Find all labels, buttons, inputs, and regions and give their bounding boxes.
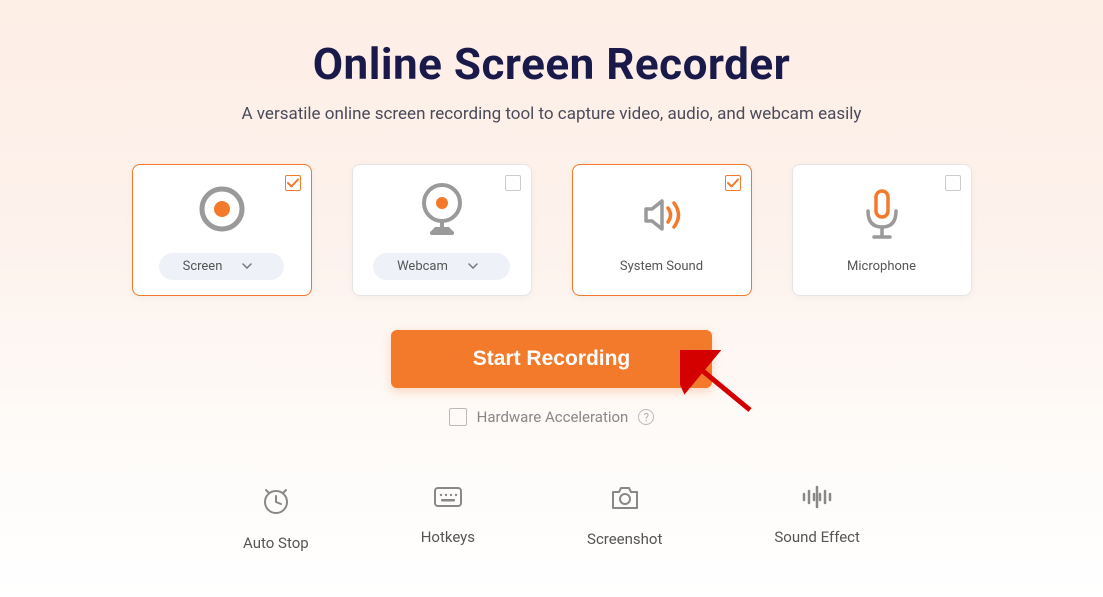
help-icon[interactable]: ? — [638, 409, 654, 425]
card-system-sound[interactable]: System Sound — [572, 164, 752, 296]
tool-auto-stop[interactable]: Auto Stop — [243, 484, 309, 552]
bottom-toolbar: Auto Stop Hotkeys — [243, 484, 860, 552]
checkbox-webcam[interactable] — [505, 175, 521, 191]
webcam-dropdown-label: Webcam — [397, 259, 448, 274]
chevron-down-icon — [242, 263, 252, 269]
start-recording-button[interactable]: Start Recording — [391, 330, 713, 388]
microphone-label: Microphone — [847, 259, 916, 274]
camera-icon — [609, 484, 641, 516]
page-subtitle: A versatile online screen recording tool… — [242, 104, 862, 124]
webcam-icon — [418, 181, 466, 237]
chevron-down-icon — [468, 263, 478, 269]
tool-auto-stop-label: Auto Stop — [243, 534, 309, 552]
screen-dropdown[interactable]: Screen — [159, 253, 285, 280]
card-webcam[interactable]: Webcam — [352, 164, 532, 296]
speaker-icon — [638, 187, 686, 243]
keyboard-icon — [432, 484, 464, 514]
checkbox-microphone[interactable] — [945, 175, 961, 191]
system-sound-label: System Sound — [620, 259, 703, 274]
hardware-acceleration-label: Hardware Acceleration — [477, 408, 629, 426]
checkbox-screen[interactable] — [285, 175, 301, 191]
soundwave-icon — [800, 484, 834, 514]
source-cards: Screen Webcam — [132, 164, 972, 296]
hardware-acceleration-option[interactable]: Hardware Acceleration ? — [449, 408, 655, 426]
tool-screenshot[interactable]: Screenshot — [587, 484, 662, 552]
checkbox-system-sound[interactable] — [725, 175, 741, 191]
hardware-acceleration-checkbox[interactable] — [449, 408, 467, 426]
card-microphone[interactable]: Microphone — [792, 164, 972, 296]
tool-screenshot-label: Screenshot — [587, 530, 662, 548]
tool-sound-effect-label: Sound Effect — [774, 528, 860, 546]
tool-sound-effect[interactable]: Sound Effect — [774, 484, 860, 552]
screen-dropdown-label: Screen — [183, 259, 223, 274]
card-screen[interactable]: Screen — [132, 164, 312, 296]
page-title: Online Screen Recorder — [313, 38, 791, 90]
tool-hotkeys[interactable]: Hotkeys — [421, 484, 475, 552]
clock-icon — [260, 484, 292, 520]
webcam-dropdown[interactable]: Webcam — [373, 253, 510, 280]
microphone-icon — [858, 187, 906, 243]
screen-record-icon — [198, 181, 246, 237]
tool-hotkeys-label: Hotkeys — [421, 528, 475, 546]
